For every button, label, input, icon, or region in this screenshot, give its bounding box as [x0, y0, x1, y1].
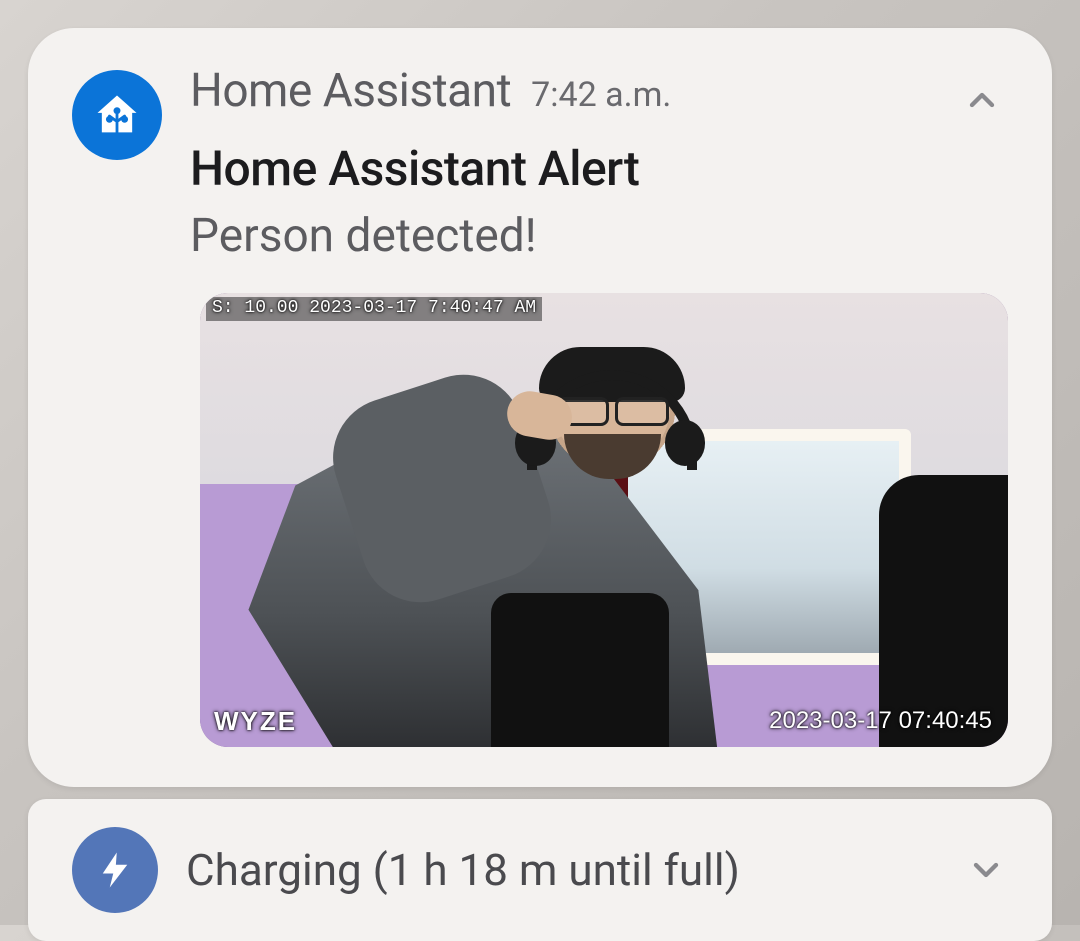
notification-header: Home Assistant 7:42 a.m. Home Assistant …	[72, 70, 1008, 263]
notification-body: Person detected!	[190, 209, 1008, 263]
camera-timestamp: 2023-03-17 07:40:45	[769, 707, 992, 735]
system-notification-card[interactable]: Charging (1 h 18 m until full)	[28, 799, 1052, 941]
camera-watermark: WYZE	[214, 706, 297, 737]
notification-title: Home Assistant Alert	[190, 140, 1008, 197]
notification-time: 7:42 a.m.	[531, 75, 671, 115]
app-name: Home Assistant	[190, 64, 511, 118]
camera-snapshot[interactable]: S: 10.00 2023-03-17 7:40:47 AM WYZE 2023…	[200, 293, 1008, 747]
chevron-up-icon	[962, 80, 1002, 120]
notification-card[interactable]: Home Assistant 7:42 a.m. Home Assistant …	[28, 28, 1052, 787]
camera-osd-top: S: 10.00 2023-03-17 7:40:47 AM	[206, 297, 542, 321]
expand-button[interactable]	[964, 848, 1008, 892]
chevron-down-icon	[966, 850, 1006, 890]
lightning-bolt-icon	[72, 827, 158, 913]
camera-scene	[200, 293, 1008, 747]
collapse-button[interactable]	[960, 78, 1004, 122]
charging-status: Charging (1 h 18 m until full)	[186, 844, 936, 896]
home-assistant-icon	[72, 70, 162, 160]
